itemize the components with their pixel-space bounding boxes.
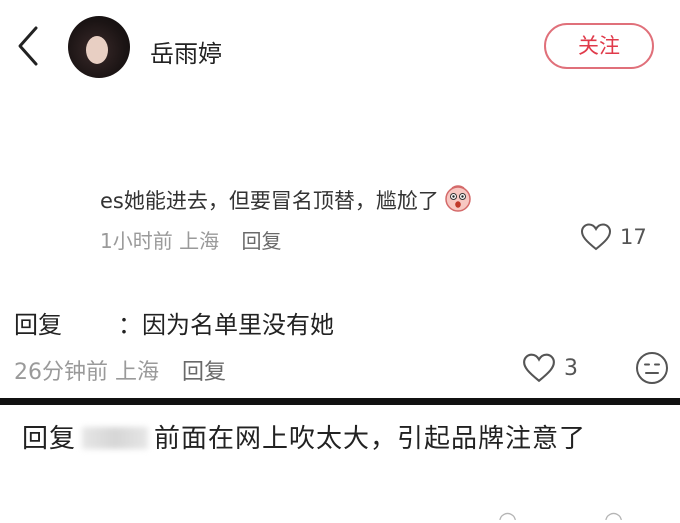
comment-meta: 1小时前 上海 回复	[100, 225, 281, 254]
comment-body: es她能进去，但要冒名顶替，尴尬了	[100, 183, 473, 218]
comment-reply-button[interactable]: 回复	[241, 229, 281, 253]
comment-time: 1小时前	[100, 229, 173, 253]
reply2-text: 前面在网上吹太大，引起品牌注意了	[154, 424, 587, 454]
reply-like-count: 3	[564, 355, 578, 381]
comment-like-count: 17	[620, 225, 647, 249]
reply2-meta-ghost: ▁▁▁▁ ▁▁	[22, 508, 131, 520]
heart-icon	[580, 223, 612, 251]
heart-icon	[523, 353, 555, 383]
reply-text: ：因为名单里没有她	[118, 311, 334, 339]
reply-prefix: 回复	[14, 311, 62, 339]
comment-text: es她能进去，但要冒名顶替，尴尬了	[100, 189, 439, 213]
blurred-username	[82, 427, 149, 449]
reply-like-button[interactable]: 3	[522, 352, 578, 384]
reply-body: 回复 ：因为名单里没有她	[14, 305, 334, 340]
dislike-face-icon	[636, 352, 668, 384]
follow-button[interactable]: 关注	[544, 23, 654, 69]
avatar-face	[86, 36, 108, 64]
reply2-body: 回复 前面在网上吹太大，引起品牌注意了	[22, 417, 632, 461]
reply2-like-ghost: ◠	[498, 508, 517, 520]
reply-reply-button[interactable]: 回复	[182, 360, 226, 385]
back-arrow-icon	[18, 26, 38, 66]
dislike-button[interactable]	[634, 350, 670, 386]
reply-meta: 26分钟前 上海 回复	[14, 354, 226, 386]
reply2-dislike-ghost: ◠	[604, 508, 623, 520]
reply-location: 上海	[115, 360, 160, 385]
reply2-prefix: 回复	[22, 424, 77, 454]
back-button[interactable]	[12, 22, 46, 70]
reply2-meta-cut: ▁▁▁▁ ▁▁ ◠ ◠	[22, 508, 680, 520]
comment-location: 上海	[179, 229, 220, 253]
emoji-face-icon	[443, 183, 473, 218]
avatar[interactable]	[68, 16, 130, 78]
username[interactable]: 岳雨婷	[150, 34, 222, 69]
comment-panel: 岳雨婷 关注 es她能进去，但要冒名顶替，尴尬了 1小时前 上海 回复 17 回…	[0, 0, 680, 402]
reply-time: 26分钟前	[14, 360, 108, 385]
comment-like-button[interactable]: 17	[580, 222, 647, 252]
